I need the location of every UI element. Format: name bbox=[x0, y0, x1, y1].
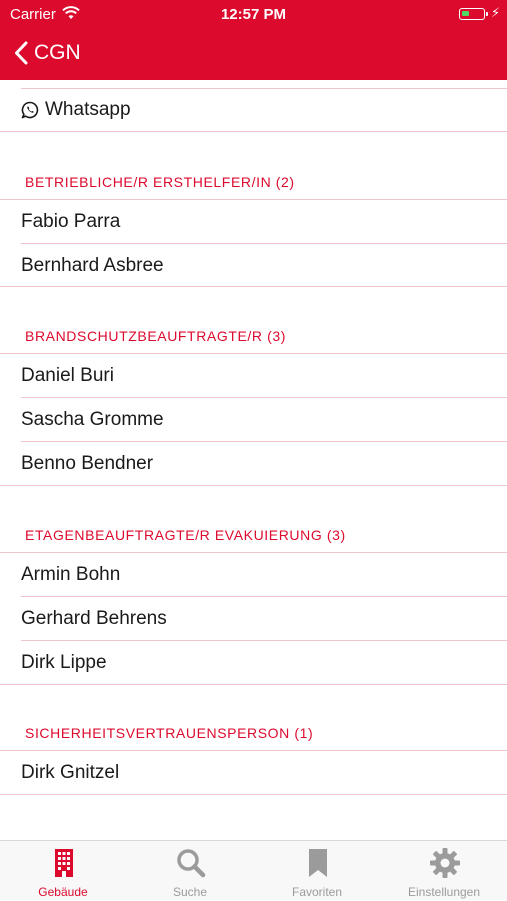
list-item[interactable]: Sascha Gromme bbox=[0, 398, 507, 441]
tab-favoriten[interactable]: Favoriten bbox=[254, 841, 380, 901]
tab-bar: Gebäude Suche Favoriten Einstellungen bbox=[0, 840, 507, 900]
whatsapp-row[interactable]: Whatsapp bbox=[0, 88, 507, 131]
tab-label: Gebäude bbox=[38, 885, 88, 899]
section-header: BETRIEBLICHE/R ERSTHELFER/IN (2) bbox=[25, 174, 295, 190]
separator bbox=[0, 684, 507, 685]
list-item[interactable]: Gerhard Behrens bbox=[0, 597, 507, 640]
person-name: Gerhard Behrens bbox=[21, 608, 167, 629]
tab-label: Suche bbox=[172, 885, 208, 899]
top-bar: Carrier 12:57 PM ⚡ CGN bbox=[0, 0, 507, 80]
tab-label: Favoriten bbox=[291, 885, 343, 899]
chevron-left-icon bbox=[15, 41, 28, 65]
list-item[interactable]: Armin Bohn bbox=[0, 553, 507, 596]
back-button[interactable]: CGN bbox=[14, 38, 81, 68]
charging-icon: ⚡ bbox=[491, 5, 501, 20]
tab-suche[interactable]: Suche bbox=[127, 841, 253, 901]
separator bbox=[0, 131, 507, 132]
person-name: Benno Bendner bbox=[21, 453, 154, 474]
navigation-bar: CGN bbox=[0, 28, 507, 80]
bookmark-icon bbox=[309, 849, 327, 877]
tab-einstellungen[interactable]: Einstellungen bbox=[381, 841, 507, 901]
person-name: Fabio Parra bbox=[21, 211, 121, 232]
gear-icon bbox=[430, 848, 460, 878]
person-name: Dirk Lippe bbox=[21, 652, 107, 673]
separator bbox=[0, 485, 507, 486]
list-item[interactable]: Fabio Parra bbox=[0, 200, 507, 243]
clock: 12:57 PM bbox=[220, 6, 287, 23]
tab-gebaeude[interactable]: Gebäude bbox=[0, 841, 126, 901]
status-bar: Carrier 12:57 PM ⚡ bbox=[0, 0, 507, 28]
person-name: Dirk Gnitzel bbox=[21, 762, 120, 783]
person-name: Armin Bohn bbox=[21, 564, 121, 585]
whatsapp-label: Whatsapp bbox=[45, 99, 131, 120]
list-item[interactable]: Dirk Gnitzel bbox=[0, 751, 507, 794]
tab-label: Einstellungen bbox=[407, 885, 481, 899]
back-button-label: CGN bbox=[34, 41, 81, 64]
list-item[interactable]: Dirk Lippe bbox=[0, 641, 507, 684]
person-name: Sascha Gromme bbox=[21, 409, 164, 430]
separator bbox=[0, 794, 507, 795]
section-header: BRANDSCHUTZBEAUFTRAGTE/R (3) bbox=[25, 328, 287, 344]
person-name: Daniel Buri bbox=[21, 365, 114, 386]
section-header: SICHERHEITSVERTRAUENSPERSON (1) bbox=[25, 725, 314, 741]
battery-icon bbox=[459, 8, 488, 20]
list-item[interactable]: Daniel Buri bbox=[0, 354, 507, 397]
list-item[interactable]: Bernhard Asbree bbox=[0, 244, 507, 287]
search-icon bbox=[177, 849, 206, 878]
list-item[interactable]: Benno Bendner bbox=[0, 442, 507, 485]
building-icon bbox=[55, 849, 73, 877]
separator bbox=[0, 286, 507, 287]
section-header: ETAGENBEAUFTRAGTE/R EVAKUIERUNG (3) bbox=[25, 527, 346, 543]
whatsapp-icon bbox=[21, 101, 39, 119]
person-name: Bernhard Asbree bbox=[21, 255, 164, 276]
